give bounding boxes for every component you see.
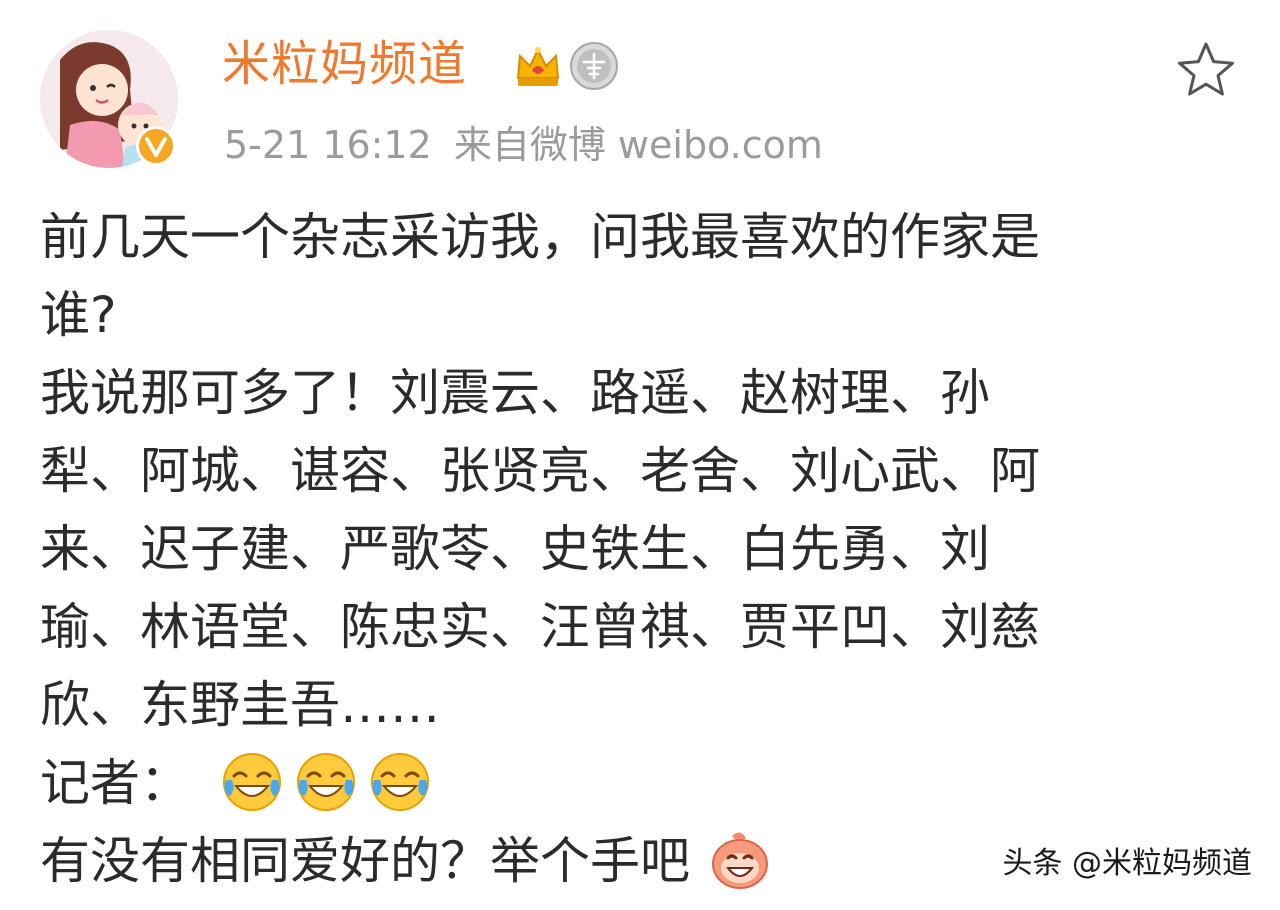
reporter-line: 记者： bbox=[40, 744, 1240, 822]
post-line: 我说那可多了！刘震云、路遥、赵树理、孙 bbox=[40, 364, 990, 422]
laugh-cry-emoji-icon bbox=[294, 750, 358, 814]
post-line: 前几天一个杂志采访我，问我最喜欢的作家是 bbox=[40, 208, 1040, 266]
closing-text: 有没有相同爱好的？举个手吧 bbox=[40, 832, 690, 890]
post-line: 瑜、林语堂、陈忠实、汪曾祺、贾平凹、刘慈 bbox=[40, 598, 1040, 656]
post-meta: 5-21 16:12 来自微博 weibo.com bbox=[224, 120, 845, 170]
post-body: 前几天一个杂志采访我，问我最喜欢的作家是 谁? 我说那可多了！刘震云、路遥、赵树… bbox=[40, 198, 1240, 900]
watermark: 头条 @米粒妈频道 bbox=[1002, 846, 1252, 881]
medal-badge-icon[interactable] bbox=[568, 40, 620, 92]
reporter-label: 记者： bbox=[40, 754, 190, 812]
post-source[interactable]: 来自微博 weibo.com bbox=[454, 123, 823, 167]
post-line: 欣、东野圭吾…… bbox=[40, 676, 440, 734]
grin-emoji-icon bbox=[708, 828, 772, 892]
favorite-star-icon[interactable] bbox=[1176, 40, 1236, 98]
username[interactable]: 米粒妈频道 bbox=[222, 34, 467, 94]
crown-badge-icon[interactable] bbox=[512, 40, 564, 92]
post-timestamp: 5-21 16:12 bbox=[224, 123, 432, 167]
laugh-cry-emoji-icon bbox=[368, 750, 432, 814]
verified-icon bbox=[134, 124, 178, 168]
post-line: 谁? bbox=[40, 286, 117, 344]
laugh-cry-emoji-icon bbox=[220, 750, 284, 814]
post-line: 犁、阿城、谌容、张贤亮、老舍、刘心武、阿 bbox=[40, 442, 1040, 500]
post-line: 来、迟子建、严歌苓、史铁生、白先勇、刘 bbox=[40, 520, 990, 578]
